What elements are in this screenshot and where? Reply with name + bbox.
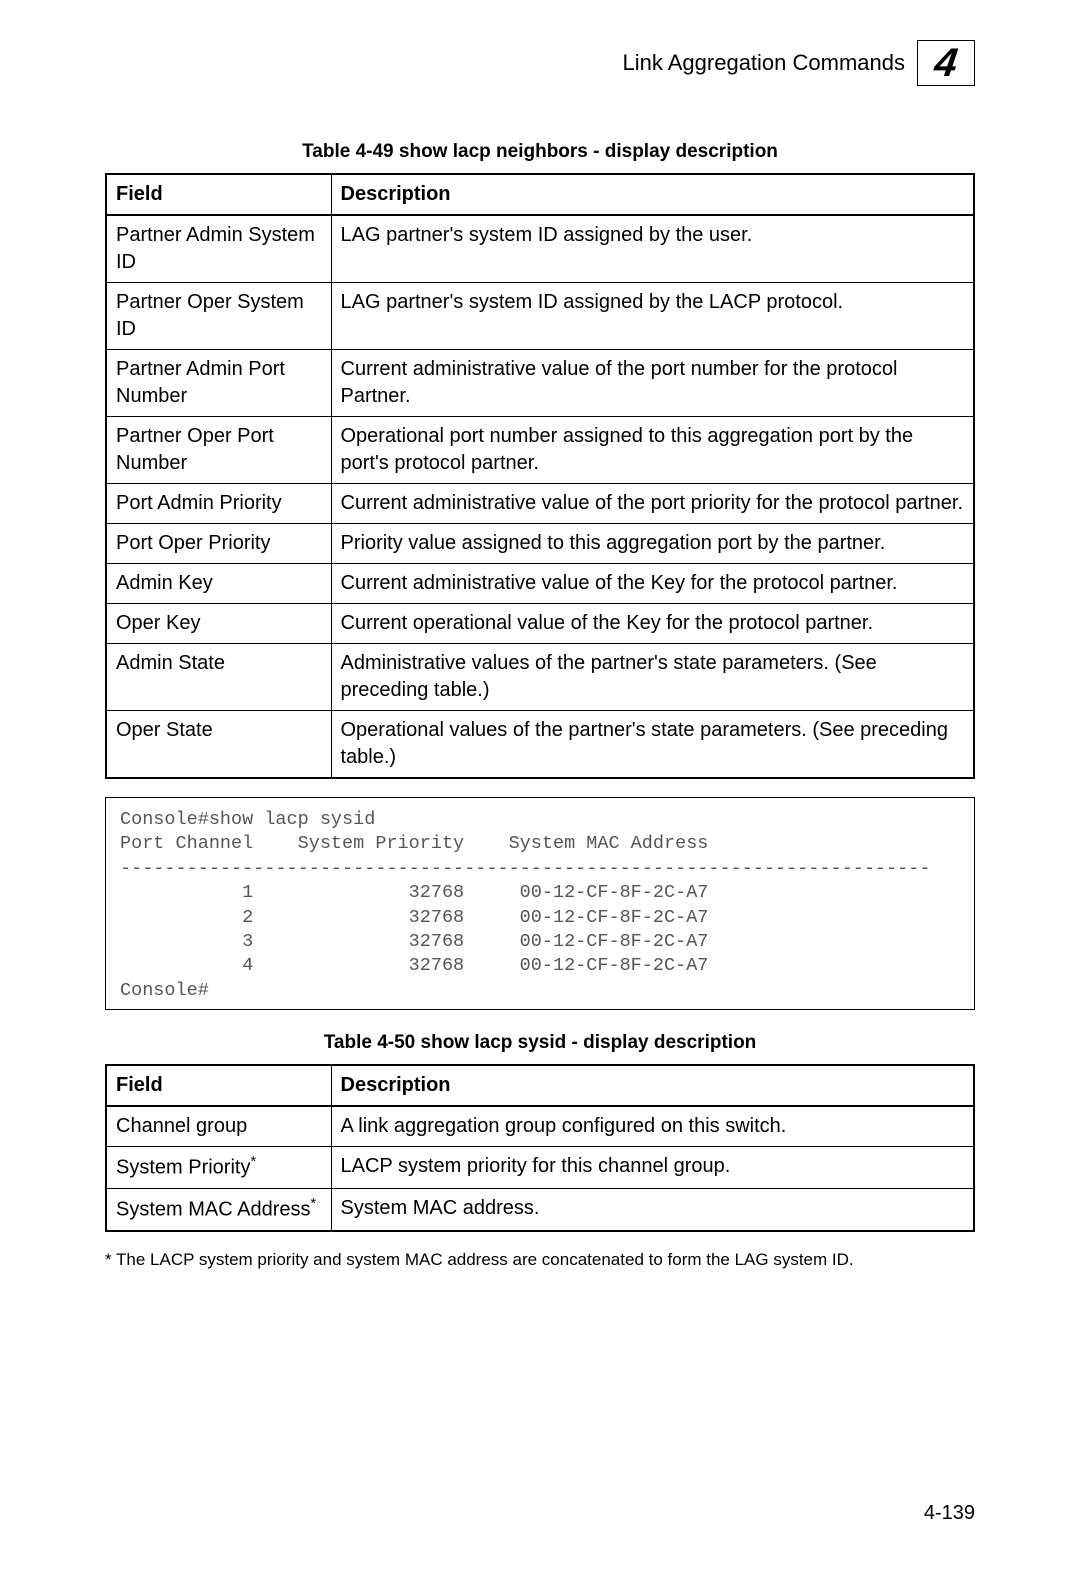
table-row: Partner Oper Port NumberOperational port… (106, 417, 974, 484)
table49: Field Description Partner Admin System I… (105, 173, 975, 779)
table-row: Port Admin PriorityCurrent administrativ… (106, 484, 974, 524)
table-row: System Priority*LACP system priority for… (106, 1147, 974, 1189)
header-title: Link Aggregation Commands (623, 50, 906, 76)
chapter-number: 4 (932, 43, 960, 83)
cell-description: LACP system priority for this channel gr… (331, 1147, 974, 1189)
footnote-marker: * (250, 1154, 256, 1170)
cell-description: Priority value assigned to this aggregat… (331, 524, 974, 564)
cell-field: Oper State (106, 711, 331, 779)
table50-caption: Table 4-50 show lacp sysid - display des… (105, 1032, 975, 1054)
cell-description: System MAC address. (331, 1188, 974, 1230)
th-field: Field (106, 174, 331, 215)
cell-description: Current operational value of the Key for… (331, 604, 974, 644)
table-row: Admin StateAdministrative values of the … (106, 644, 974, 711)
footnote-marker: * (311, 1196, 317, 1212)
cell-field: Port Admin Priority (106, 484, 331, 524)
cell-description: Current administrative value of the Key … (331, 564, 974, 604)
footnote: * The LACP system priority and system MA… (105, 1250, 975, 1270)
cell-description: Administrative values of the partner's s… (331, 644, 974, 711)
chapter-badge: 4 (917, 40, 975, 86)
table-row: Port Oper PriorityPriority value assigne… (106, 524, 974, 564)
table50: Field Description Channel groupA link ag… (105, 1064, 975, 1231)
cell-description: Current administrative value of the port… (331, 350, 974, 417)
table-row: Admin KeyCurrent administrative value of… (106, 564, 974, 604)
th-description: Description (331, 174, 974, 215)
table-row: Partner Admin System IDLAG partner's sys… (106, 215, 974, 283)
cell-field: Partner Oper System ID (106, 283, 331, 350)
table-row: Channel groupA link aggregation group co… (106, 1106, 974, 1147)
cell-description: LAG partner's system ID assigned by the … (331, 215, 974, 283)
table49-caption: Table 4-49 show lacp neighbors - display… (105, 141, 975, 163)
cell-field: Partner Admin System ID (106, 215, 331, 283)
table-header-row: Field Description (106, 1065, 974, 1106)
cell-description: A link aggregation group configured on t… (331, 1106, 974, 1147)
cell-description: LAG partner's system ID assigned by the … (331, 283, 974, 350)
table-row: System MAC Address*System MAC address. (106, 1188, 974, 1230)
cell-field: Oper Key (106, 604, 331, 644)
cell-description: Operational port number assigned to this… (331, 417, 974, 484)
page-number: 4-139 (924, 1502, 975, 1525)
table-row: Partner Admin Port NumberCurrent adminis… (106, 350, 974, 417)
cell-field: Partner Admin Port Number (106, 350, 331, 417)
cell-field: Channel group (106, 1106, 331, 1147)
cell-field: Partner Oper Port Number (106, 417, 331, 484)
table-row: Oper KeyCurrent operational value of the… (106, 604, 974, 644)
table-row: Oper StateOperational values of the part… (106, 711, 974, 779)
cell-field: Admin Key (106, 564, 331, 604)
cell-field: System Priority* (106, 1147, 331, 1189)
cell-description: Operational values of the partner's stat… (331, 711, 974, 779)
cell-field: System MAC Address* (106, 1188, 331, 1230)
console-output: Console#show lacp sysid Port Channel Sys… (105, 797, 975, 1010)
cell-description: Current administrative value of the port… (331, 484, 974, 524)
cell-field: Admin State (106, 644, 331, 711)
table-header-row: Field Description (106, 174, 974, 215)
th-description: Description (331, 1065, 974, 1106)
th-field: Field (106, 1065, 331, 1106)
cell-field: Port Oper Priority (106, 524, 331, 564)
table-row: Partner Oper System IDLAG partner's syst… (106, 283, 974, 350)
page-header: Link Aggregation Commands 4 (105, 40, 975, 86)
